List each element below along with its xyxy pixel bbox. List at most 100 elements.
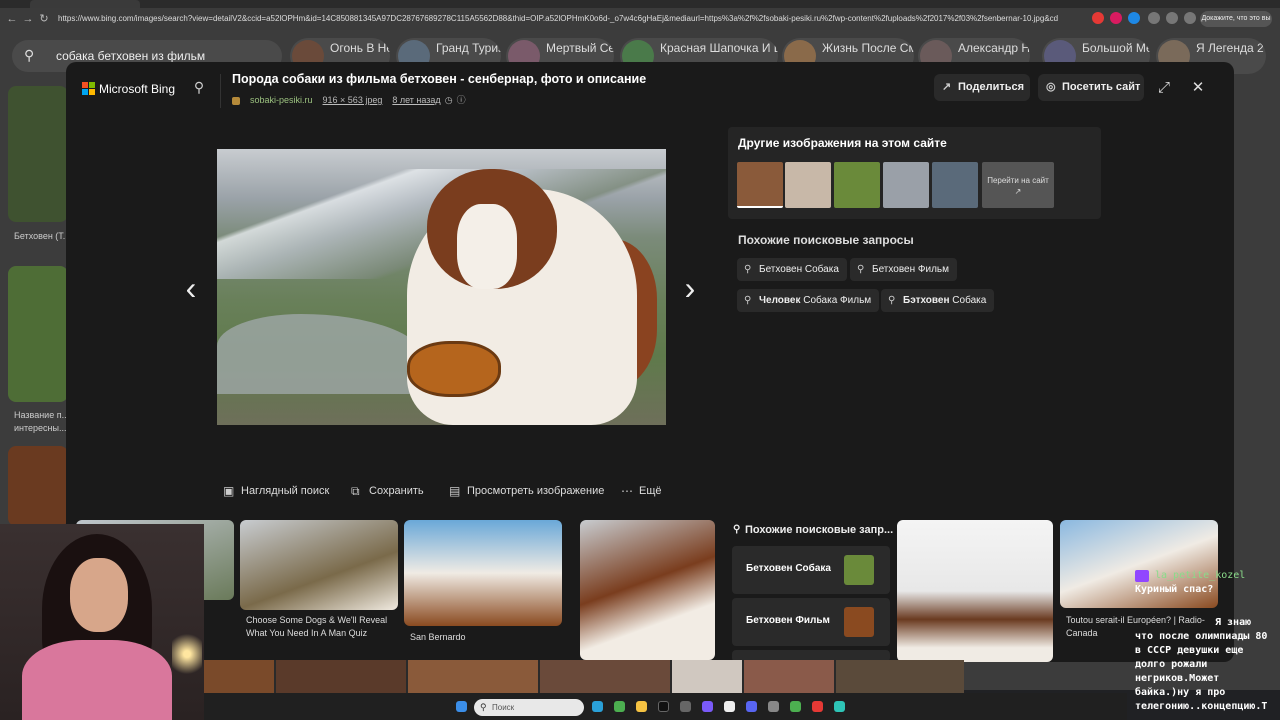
grid-caption[interactable]: Choose Some Dogs & We'll Reveal (246, 614, 387, 627)
search-input[interactable]: собака бетховен из фильм (56, 49, 205, 63)
visit-site-button[interactable]: ◎ Посетить сайт (1038, 74, 1144, 101)
site-favicon-icon (232, 96, 240, 105)
chrome-icon[interactable] (614, 701, 625, 712)
external-link-icon: ↗ (1014, 187, 1022, 196)
search-icon: ⚲ (733, 524, 741, 535)
background-image-card[interactable] (8, 266, 68, 402)
start-icon[interactable] (456, 701, 467, 712)
related-searches-panel: ⚲ Похожие поисковые запр... Бетховен Соба… (731, 520, 894, 662)
search-icon[interactable]: ⚲ (190, 79, 208, 97)
related-panel-title: ⚲ Похожие поисковые запр... (733, 524, 894, 536)
extension-icon[interactable] (1128, 12, 1140, 24)
yandex-icon[interactable] (724, 701, 735, 712)
related-searches-title: Похожие поисковые запросы (738, 233, 914, 247)
video-filmstrip (204, 660, 964, 693)
chat-message: Куриный спас? (1135, 584, 1214, 595)
history-icon: ◷ (444, 95, 453, 105)
other-images-panel: Другие изображения на этом сайте Перейти… (728, 127, 1101, 219)
logo-text: Microsoft Bing (99, 82, 176, 96)
related-panel-item[interactable]: Бетховен Фильм (732, 598, 890, 646)
extension-icon[interactable] (1184, 12, 1196, 24)
site-image-thumb[interactable] (883, 162, 929, 208)
chevron-right-icon[interactable]: › (678, 268, 702, 308)
site-image-thumb[interactable] (785, 162, 831, 208)
discord-icon[interactable] (746, 701, 757, 712)
browser-tab[interactable] (30, 0, 140, 8)
folder-icon[interactable] (636, 701, 647, 712)
background-image-card[interactable] (8, 446, 68, 526)
extension-icon[interactable] (1148, 12, 1160, 24)
related-search-pill[interactable]: ⚲ Человек Собака Фильм (737, 289, 880, 312)
tiktok-icon[interactable] (658, 701, 669, 712)
address-bar[interactable]: https://www.bing.com/images/search?view=… (58, 11, 1058, 27)
info-icon[interactable]: ⓘ (457, 93, 466, 106)
search-icon: ⚲ (744, 295, 752, 306)
grid-image-card[interactable] (580, 520, 715, 660)
view-image-icon: ▤ (449, 484, 461, 498)
view-image-button[interactable]: ▤ Просмотреть изображение (449, 484, 604, 499)
visit-label: Посетить сайт (1062, 81, 1141, 93)
background-caption: Бетховен (Т... (14, 231, 71, 241)
site-image-thumb[interactable] (932, 162, 978, 208)
windows-taskbar: ⚲ Поиск (204, 693, 1127, 720)
image-age[interactable]: 8 лет назад (392, 95, 440, 105)
chevron-left-icon[interactable]: ‹ (179, 268, 203, 308)
back-icon[interactable]: ← (4, 11, 20, 27)
extension-icon[interactable] (1110, 12, 1122, 24)
expand-icon[interactable]: ⤢ (1154, 78, 1174, 98)
edge-icon[interactable] (592, 701, 603, 712)
source-site-link[interactable]: sobaki-pesiki.ru (250, 95, 313, 105)
image-title[interactable]: Порода собаки из фильма бетховен - сенбе… (232, 72, 646, 86)
downloads-icon[interactable] (1166, 12, 1178, 24)
share-button[interactable]: ↗ Поделиться (934, 74, 1030, 101)
share-label: Поделиться (958, 81, 1025, 93)
background-image-card[interactable] (8, 86, 68, 222)
site-image-thumb[interactable] (834, 162, 880, 208)
browser-tabstrip (0, 0, 1280, 8)
search-icon: ⚲ (24, 47, 35, 63)
search-icon: ⚲ (480, 702, 487, 712)
more-icon: ⋯ (621, 484, 633, 498)
app-icon[interactable] (834, 701, 845, 712)
chrome-icon[interactable] (790, 701, 801, 712)
forward-icon[interactable]: → (20, 11, 36, 27)
image-dimensions[interactable]: 916 × 563 jpeg (323, 95, 383, 105)
visit-site-thumb[interactable]: Перейти на сайт ↗ (982, 162, 1054, 208)
visual-search-button[interactable]: ▣ Наглядный поиск (223, 484, 329, 499)
grid-image-card[interactable] (897, 520, 1053, 662)
main-image[interactable] (217, 149, 666, 425)
search-icon: ⚲ (744, 264, 752, 275)
visual-search-icon: ▣ (223, 484, 235, 498)
related-panel-item[interactable]: Бетховен Собака (732, 546, 890, 594)
browser-toolbar: ← → ↻ https://www.bing.com/images/search… (0, 8, 1280, 30)
app-icon[interactable] (702, 701, 713, 712)
related-search-pill[interactable]: ⚲ Бетховен Собака (737, 258, 847, 281)
reload-icon[interactable]: ↻ (36, 11, 52, 27)
save-icon: ⧉ (351, 484, 360, 498)
image-meta: sobaki-pesiki.ru 916 × 563 jpeg 8 лет наза… (232, 93, 476, 105)
background-caption: интересны... (14, 423, 67, 433)
related-search-pill[interactable]: ⚲ Бэтховен Собака (881, 289, 995, 312)
grid-image-card[interactable] (404, 520, 562, 626)
search-icon: ⚲ (857, 264, 865, 275)
site-image-thumb[interactable] (737, 162, 783, 208)
grid-caption[interactable]: What You Need In A Man Quiz (246, 627, 367, 640)
save-button[interactable]: ⧉ Сохранить (351, 484, 424, 499)
webcam-overlay (0, 524, 204, 720)
bing-logo[interactable]: Microsoft Bing (82, 82, 192, 96)
share-icon: ↗ (942, 81, 952, 93)
more-button[interactable]: ⋯ Ещё (621, 484, 662, 499)
grid-caption[interactable]: Canada (1066, 627, 1098, 640)
profile-button[interactable]: Докажите, что это вы (1200, 11, 1272, 27)
extension-icon[interactable] (1092, 12, 1104, 24)
app-icon[interactable] (768, 701, 779, 712)
app-icon[interactable] (812, 701, 823, 712)
grid-caption[interactable]: San Bernardo (410, 631, 466, 644)
grid-image-card[interactable] (240, 520, 398, 610)
divider (220, 74, 221, 108)
app-icon[interactable] (680, 701, 691, 712)
taskbar-search[interactable]: ⚲ Поиск (474, 699, 584, 716)
related-search-pill[interactable]: ⚲ Бетховен Фильм (850, 258, 957, 281)
background-caption: Название п... (14, 410, 70, 420)
close-icon[interactable]: ✕ (1188, 78, 1208, 98)
